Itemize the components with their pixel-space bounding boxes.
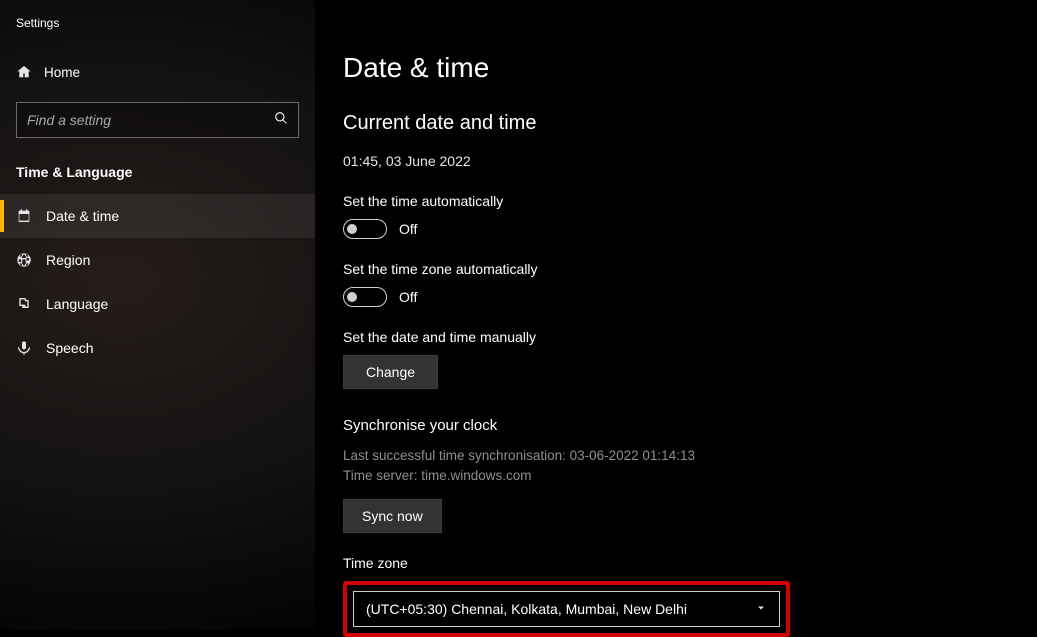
nav-speech[interactable]: Speech [0,326,315,370]
nav-language[interactable]: Language [0,282,315,326]
language-icon [16,296,46,312]
home-label: Home [44,65,80,80]
nav-item-label: Speech [46,340,93,356]
microphone-icon [16,340,46,356]
globe-icon [16,252,46,268]
auto-time-label: Set the time automatically [343,193,1037,209]
nav-date-time[interactable]: Date & time [0,194,315,238]
section-current-datetime: Current date and time [343,112,1037,135]
sidebar: Settings Home Time & Language Date & tim… [0,0,315,630]
nav-item-label: Language [46,296,108,312]
change-button[interactable]: Change [343,355,438,389]
search-box[interactable] [16,102,299,138]
auto-tz-toggle[interactable] [343,287,387,307]
nav-region[interactable]: Region [0,238,315,282]
home-icon [16,64,44,80]
auto-time-toggle[interactable] [343,219,387,239]
date-time-icon [16,208,46,224]
sync-server-label: Time server: time.windows.com [343,466,1037,486]
auto-time-state: Off [399,221,417,237]
time-zone-value: (UTC+05:30) Chennai, Kolkata, Mumbai, Ne… [366,601,755,617]
nav-item-label: Region [46,252,90,268]
manual-datetime-label: Set the date and time manually [343,329,1037,345]
auto-tz-state: Off [399,289,417,305]
time-zone-label: Time zone [343,555,1037,571]
sync-clock-title: Synchronise your clock [343,417,1037,434]
app-title: Settings [0,10,315,54]
time-zone-dropdown[interactable]: (UTC+05:30) Chennai, Kolkata, Mumbai, Ne… [353,591,780,627]
sync-now-button[interactable]: Sync now [343,499,442,533]
nav-item-label: Date & time [46,208,119,224]
current-datetime-value: 01:45, 03 June 2022 [343,153,1037,169]
page-title: Date & time [343,52,1037,84]
home-nav[interactable]: Home [0,54,315,90]
search-icon [274,111,288,130]
auto-tz-label: Set the time zone automatically [343,261,1037,277]
sync-last-label: Last successful time synchronisation: 03… [343,446,1037,466]
search-input[interactable] [27,112,274,128]
main-content: Date & time Current date and time 01:45,… [315,0,1037,630]
chevron-down-icon [755,602,767,617]
category-title: Time & Language [0,138,315,194]
time-zone-highlight: (UTC+05:30) Chennai, Kolkata, Mumbai, Ne… [343,581,790,637]
